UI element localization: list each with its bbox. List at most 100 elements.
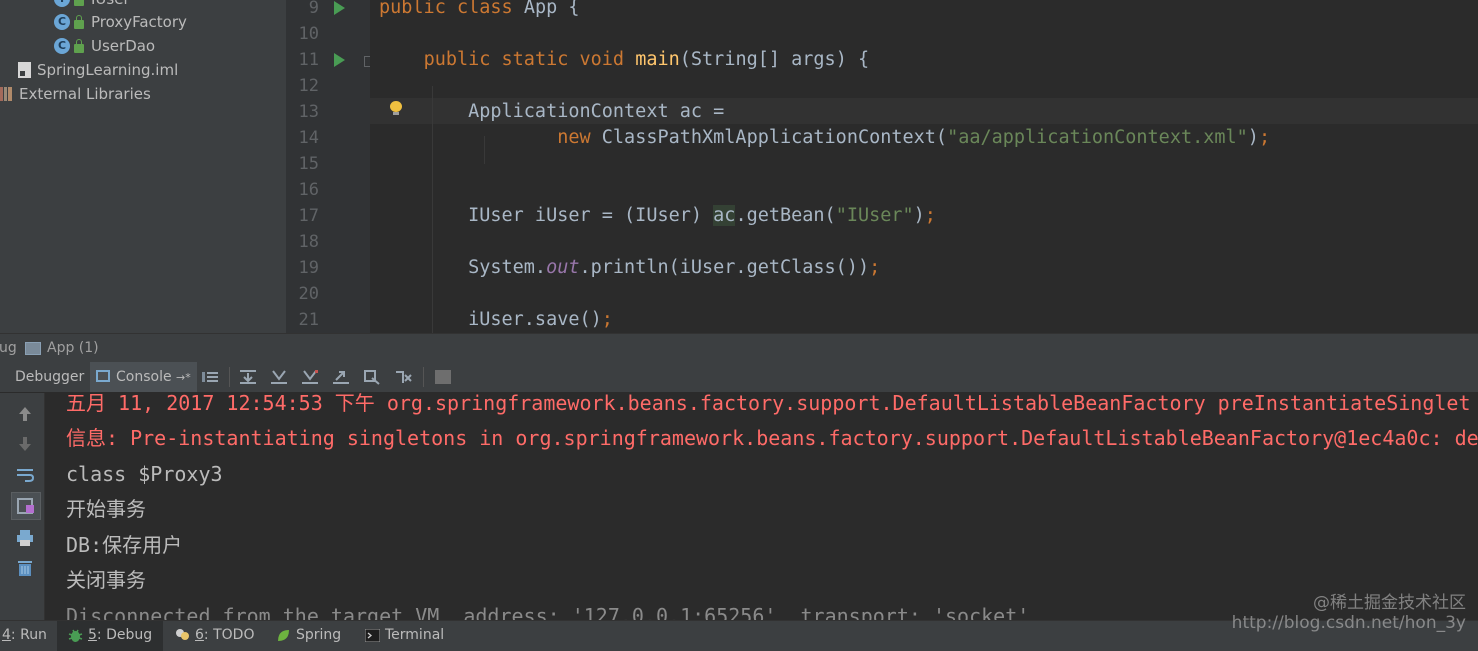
soft-wrap-icon[interactable] xyxy=(15,466,35,484)
drop-frame-icon[interactable] xyxy=(363,369,381,385)
tree-item-proxyfactory[interactable]: C ProxyFactory xyxy=(54,10,187,34)
variable: ac xyxy=(679,101,703,122)
tool-tab-number: 6 xyxy=(195,627,204,643)
line-number: 20 xyxy=(298,284,319,304)
lock-icon xyxy=(74,38,84,53)
console-line: DB:保存用户 xyxy=(66,533,183,557)
keyword: class xyxy=(456,0,513,18)
debug-title-prefix: ug xyxy=(0,340,17,356)
code-text: ClassPathXmlApplicationContext( xyxy=(601,127,948,148)
tree-item-iml-file[interactable]: SpringLearning.iml xyxy=(18,58,178,82)
static-field: out xyxy=(546,257,580,278)
keyword: public xyxy=(379,0,446,18)
semicolon: ; xyxy=(601,309,613,330)
tool-tab-terminal[interactable]: Terminal xyxy=(365,621,444,651)
console-pin-icon: →* xyxy=(176,371,191,384)
class-icon: C xyxy=(54,14,70,30)
line-number: 10 xyxy=(298,24,319,44)
tool-tab-number: 4 xyxy=(2,627,11,643)
application-config-icon xyxy=(25,342,41,355)
code-editor[interactable]: public class App { public static void ma… xyxy=(370,0,1478,333)
editor-gutter: 9 10 11 12 13 14 15 16 17 18 19 20 21 xyxy=(286,0,375,333)
run-to-cursor-icon[interactable] xyxy=(394,369,412,385)
step-out-icon[interactable] xyxy=(332,369,350,385)
string-literal: "IUser" xyxy=(835,205,914,226)
line-number: 18 xyxy=(298,232,319,252)
code-text: .println(iUser.getClass()) xyxy=(579,257,870,278)
step-over-icon[interactable] xyxy=(239,369,257,385)
run-class-icon[interactable] xyxy=(334,1,345,15)
line-number: 14 xyxy=(298,128,319,148)
class-name: App xyxy=(523,0,558,18)
code-line-11: public static void main(String[] args) { xyxy=(379,47,870,73)
library-icon xyxy=(0,87,12,101)
tree-item-label: SpringLearning.iml xyxy=(37,61,179,79)
tree-item-external-libraries[interactable]: External Libraries xyxy=(0,82,151,106)
tool-tab-number: 5 xyxy=(88,627,97,643)
code-line-9: public class App { xyxy=(379,0,580,21)
tree-item-label: External Libraries xyxy=(19,85,151,103)
down-arrow-icon[interactable] xyxy=(15,435,35,453)
line-number: 12 xyxy=(298,76,319,96)
tree-item-label: UserDao xyxy=(91,37,156,55)
code-line-14: new ClassPathXmlApplicationContext("aa/a… xyxy=(379,125,1270,151)
debug-window-title: ug App (1) xyxy=(0,333,1478,364)
semicolon: ; xyxy=(924,205,936,226)
class-icon: C xyxy=(54,38,70,54)
code-text: ) xyxy=(1247,127,1259,148)
todo-icon xyxy=(176,629,189,640)
tree-item-userdao[interactable]: C UserDao xyxy=(54,34,155,58)
line-number: 11 xyxy=(298,50,319,70)
lock-icon xyxy=(74,14,84,29)
tool-tab-label: Terminal xyxy=(385,627,445,643)
clear-all-icon[interactable] xyxy=(15,559,35,577)
tool-tab-label: : Run xyxy=(10,627,47,643)
code-text: ) xyxy=(913,205,925,226)
tool-tab-debug[interactable]: 5: Debug xyxy=(57,621,163,651)
console-output[interactable]: 五月 11, 2017 12:54:53 下午 org.springframew… xyxy=(45,393,1478,620)
toolbar-separator xyxy=(229,367,230,387)
tab-console-label: Console xyxy=(116,369,172,385)
run-main-icon[interactable] xyxy=(334,53,345,67)
console-line: 五月 11, 2017 12:54:53 下午 org.springframew… xyxy=(66,393,1471,415)
code-line-19: System.out.println(iUser.getClass()); xyxy=(379,255,880,281)
semicolon: ; xyxy=(1258,127,1271,148)
force-step-into-icon[interactable] xyxy=(301,369,319,385)
code-text: { xyxy=(557,0,580,18)
bug-icon xyxy=(68,629,83,642)
keyword: void xyxy=(579,49,625,70)
keyword: new xyxy=(557,127,591,148)
console-line: 关闭事务 xyxy=(66,568,146,592)
tool-tab-label: : TODO xyxy=(203,627,255,643)
class-icon: I xyxy=(54,0,70,7)
print-icon[interactable] xyxy=(15,529,35,547)
code-line-21: iUser.save(); xyxy=(379,307,613,333)
step-into-icon[interactable] xyxy=(270,369,288,385)
line-number: 21 xyxy=(298,310,319,330)
debug-config-name[interactable]: App (1) xyxy=(47,340,99,356)
show-execution-point-icon[interactable] xyxy=(201,369,219,385)
up-arrow-icon[interactable] xyxy=(15,405,35,423)
tool-tab-spring[interactable]: Spring xyxy=(276,621,341,651)
code-text: System. xyxy=(468,257,547,278)
line-number: 19 xyxy=(298,258,319,278)
code-text: .getBean( xyxy=(735,205,836,226)
tool-tab-todo[interactable]: 6: TODO xyxy=(175,621,254,651)
line-number: 16 xyxy=(298,180,319,200)
watermark-line: http://blog.csdn.net/hon_3y xyxy=(1231,613,1466,633)
debug-toolbar: Debugger Console →* xyxy=(0,362,1478,393)
evaluate-expression-icon[interactable] xyxy=(434,369,452,385)
tab-console[interactable]: Console →* xyxy=(90,362,197,392)
scroll-to-end-toggle[interactable] xyxy=(11,492,41,520)
toolbar-separator xyxy=(423,367,424,387)
tab-debugger[interactable]: Debugger xyxy=(9,362,90,392)
code-text: IUser iUser = (IUser) xyxy=(468,205,714,226)
lock-icon xyxy=(74,0,84,6)
console-side-toolbar xyxy=(0,393,45,620)
console-line: 开始事务 xyxy=(66,497,146,521)
project-tree-panel: I IUser C ProxyFactory C UserDao SpringL… xyxy=(0,0,286,333)
watermark-line: @稀土掘金技术社区 xyxy=(1313,593,1466,613)
line-number: 17 xyxy=(298,206,319,226)
tool-tab-run[interactable]: 4: Run xyxy=(2,621,47,651)
code-line-13: ApplicationContext ac = xyxy=(379,99,724,125)
